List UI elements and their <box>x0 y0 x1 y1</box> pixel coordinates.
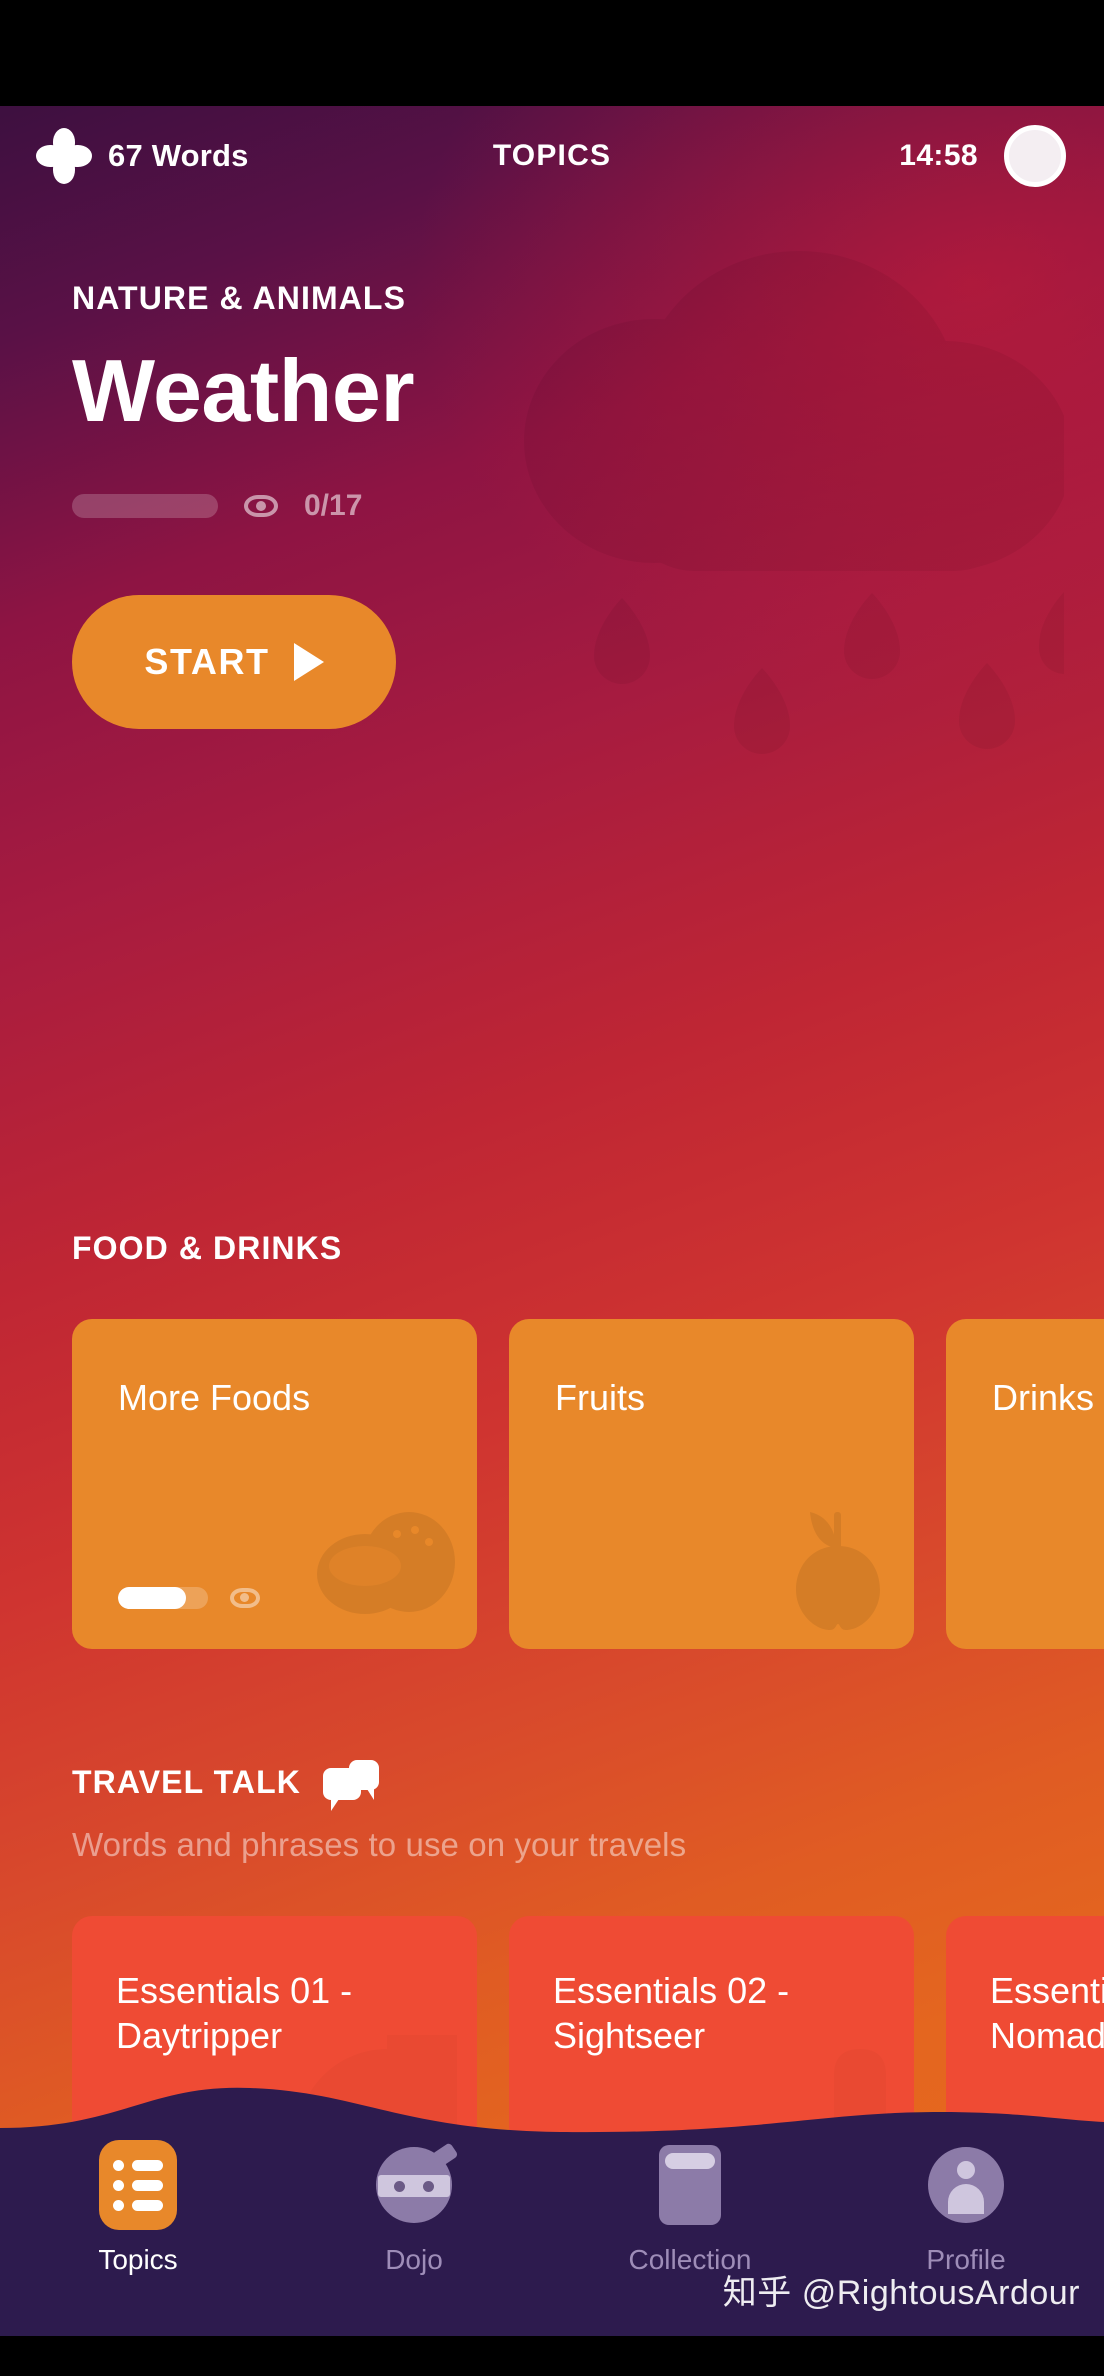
hero-title: Weather <box>72 341 415 440</box>
nav-wave-edge <box>0 2087 1104 2142</box>
nav-icon-wrap <box>369 2140 459 2230</box>
nav-item-collection[interactable]: Collection <box>552 2134 828 2276</box>
start-button[interactable]: START <box>72 595 396 730</box>
word-count-label: 67 Words <box>108 138 249 173</box>
app-bar: 67 Words TOPICS 14:58 <box>0 106 1104 206</box>
nav-item-label: Collection <box>628 2244 752 2275</box>
travel-card-label: Essentials 03 - Nomad <box>990 1970 1104 2056</box>
start-button-label: START <box>144 641 270 683</box>
apple-icon <box>778 1504 898 1639</box>
nav-item-dojo[interactable]: Dojo <box>276 2134 552 2276</box>
profile-icon <box>928 2147 1004 2223</box>
eye-icon <box>244 495 278 518</box>
travel-section-title: TRAVEL TALK <box>72 1763 301 1800</box>
book-icon <box>659 2145 721 2225</box>
nav-item-label: Topics <box>98 2244 178 2275</box>
hero-category: NATURE & ANIMALS <box>72 280 407 316</box>
food-card[interactable]: Drinks <box>946 1319 1104 1649</box>
food-card[interactable]: Fruits <box>509 1319 914 1649</box>
play-triangle-icon <box>293 643 324 682</box>
nav-icon-wrap <box>921 2140 1011 2230</box>
eye-icon <box>230 1588 260 1608</box>
food-card-progress <box>118 1587 260 1609</box>
app-screen: NATURE & ANIMALS Weather 0/17 START FOOD… <box>0 0 1104 2376</box>
home-indicator-area <box>0 2336 1104 2376</box>
food-card-label: More Foods <box>118 1377 311 1418</box>
nav-items[interactable]: Topics Dojo Collection Profile <box>0 2134 1104 2336</box>
food-card[interactable]: More Foods <box>72 1319 477 1649</box>
clock-label: 14:58 <box>899 139 978 172</box>
hero-topic-card[interactable]: NATURE & ANIMALS Weather 0/17 START <box>0 206 1104 1166</box>
hero-progress-bar <box>72 494 218 519</box>
list-icon <box>99 2140 177 2230</box>
nav-icon-wrap <box>645 2140 735 2230</box>
coconut-icon <box>311 1504 461 1639</box>
hero-progress-label: 0/17 <box>304 489 363 523</box>
nav-item-label: Dojo <box>385 2244 443 2275</box>
hero-progress-row: 0/17 <box>72 489 1032 523</box>
clover-flower-icon <box>36 128 92 184</box>
food-and-drinks-section: FOOD & DRINKS More Foods Fruits Drinks <box>0 1230 1104 1649</box>
food-card-rail[interactable]: More Foods Fruits Drinks <box>0 1267 1104 1649</box>
travel-section-head: TRAVEL TALK Words and phrases to use on … <box>0 1760 1104 1864</box>
food-card-progress-bar <box>118 1587 208 1609</box>
user-avatar-icon[interactable] <box>1004 125 1066 187</box>
ninja-icon <box>376 2142 459 2223</box>
bottom-navigation[interactable]: Topics Dojo Collection Profile <box>0 2082 1104 2336</box>
food-card-label: Drinks <box>992 1377 1095 1418</box>
food-section-title: FOOD & DRINKS <box>72 1230 343 1266</box>
app-bar-right: 14:58 <box>899 125 1066 187</box>
nav-icon-wrap <box>93 2140 183 2230</box>
travel-section-subtitle: Words and phrases to use on your travels <box>72 1826 687 1863</box>
speech-bubbles-icon <box>322 1760 379 1811</box>
food-card-label: Fruits <box>555 1377 645 1418</box>
status-bar-notch <box>0 0 1104 106</box>
nav-item-label: Profile <box>926 2244 1006 2275</box>
brand[interactable]: 67 Words <box>36 128 249 184</box>
nav-item-topics[interactable]: Topics <box>0 2134 276 2276</box>
travel-section-title-row: TRAVEL TALK <box>72 1760 1104 1811</box>
nav-item-profile[interactable]: Profile <box>828 2134 1104 2276</box>
